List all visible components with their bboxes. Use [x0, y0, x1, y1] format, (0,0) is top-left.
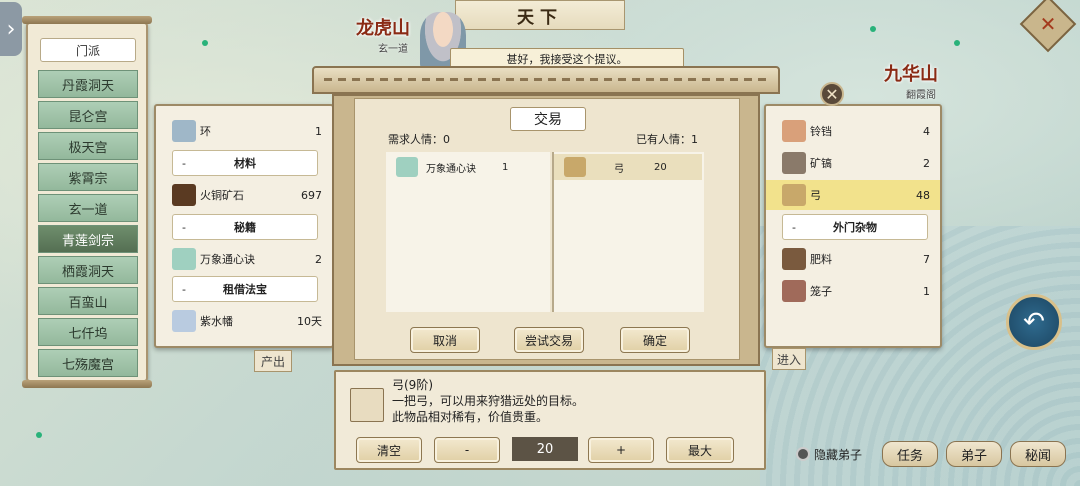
secret-button[interactable]: 秘闻 [1010, 441, 1066, 467]
sect-item[interactable]: 玄一道 [38, 194, 138, 222]
sect-item[interactable]: 丹霞洞天 [38, 70, 138, 98]
disciple-button[interactable]: 弟子 [946, 441, 1002, 467]
max-button[interactable]: 最大 [666, 437, 734, 463]
expand-arrow-icon[interactable]: › [0, 2, 22, 56]
enter-button[interactable]: 进入 [772, 348, 806, 370]
request-item[interactable]: 弓 20 [554, 154, 702, 180]
close-icon: ✕ [1039, 12, 1057, 36]
scroll-icon [396, 157, 418, 177]
item-description: 一把弓，可以用来狩猎远处的目标。 [392, 394, 585, 408]
inventory-item[interactable]: 铃铛 4 [766, 116, 940, 146]
collapse-icon: - [182, 156, 186, 170]
map-marker[interactable] [202, 40, 208, 46]
hide-disciples-toggle[interactable]: 隐藏弟子 [796, 444, 876, 464]
request-list: 弓 20 [554, 152, 704, 312]
inventory-category[interactable]: - 外门杂物 [782, 214, 928, 240]
bow-icon [350, 388, 384, 422]
sect-list-header: 门派 [40, 38, 136, 62]
produce-tab[interactable]: 产出 [254, 350, 292, 372]
cancel-button[interactable]: 取消 [410, 327, 480, 353]
inventory-category[interactable]: - 租借法宝 [172, 276, 318, 302]
map-marker[interactable] [870, 26, 876, 32]
location-name[interactable]: 九华山 [884, 60, 938, 86]
location-name[interactable]: 龙虎山 [356, 14, 410, 40]
close-trade-button[interactable]: ✕ [820, 82, 844, 106]
collapse-icon: - [182, 220, 186, 234]
inventory-item[interactable]: 笼子 1 [766, 276, 940, 306]
required-favor: 需求人情：0 [388, 133, 450, 146]
toggle-dot [796, 447, 810, 461]
back-button[interactable]: ↶ [1006, 294, 1062, 350]
return-arrow-icon: ↶ [1023, 307, 1045, 337]
item-name: 弓(9阶) [392, 378, 433, 392]
trade-title: 交易 [510, 107, 586, 131]
inventory-category[interactable]: - 秘籍 [172, 214, 318, 240]
map-title: 天下 [455, 0, 625, 30]
decrement-button[interactable]: - [434, 437, 500, 463]
quantity-field[interactable]: 20 [512, 437, 578, 461]
fertilizer-icon [782, 248, 806, 270]
scroll-icon [172, 248, 196, 270]
trade-dialog-roof [312, 66, 780, 94]
pickaxe-icon [782, 152, 806, 174]
inventory-category[interactable]: - 材料 [172, 150, 318, 176]
npc-inventory-panel: 铃铛 4 矿镐 2 弓 48 - 外门杂物 肥料 7 笼子 1 [764, 104, 942, 348]
cage-icon [782, 280, 806, 302]
inventory-item[interactable]: 万象通心诀 2 [156, 244, 332, 274]
collapse-icon: - [792, 220, 796, 234]
location-sect: 玄一道 [378, 44, 408, 55]
sect-item[interactable]: 栖霞洞天 [38, 256, 138, 284]
clear-button[interactable]: 清空 [356, 437, 422, 463]
offer-list: 万象通心诀 1 [386, 152, 550, 312]
map-marker[interactable] [36, 432, 42, 438]
increment-button[interactable]: + [588, 437, 654, 463]
item-rarity: 此物品相对稀有，价值贵重。 [392, 410, 549, 424]
inventory-item[interactable]: 肥料 7 [766, 244, 940, 274]
ore-icon [172, 184, 196, 206]
bow-icon [782, 184, 806, 206]
collapse-icon: - [182, 282, 186, 296]
sect-item[interactable]: 七仟坞 [38, 318, 138, 346]
my-inventory-panel: 环 1 - 材料 火铜矿石 697 - 秘籍 万象通心诀 2 - 租借法宝 紫水… [154, 104, 334, 348]
location-sect: 翻霞阁 [906, 90, 936, 101]
confirm-button[interactable]: 确定 [620, 327, 690, 353]
inventory-item[interactable]: 火铜矿石 697 [156, 180, 332, 210]
banner-icon [172, 310, 196, 332]
ring-icon [172, 120, 196, 142]
inventory-item[interactable]: 环 1 [156, 116, 332, 146]
task-button[interactable]: 任务 [882, 441, 938, 467]
bow-icon [564, 157, 586, 177]
offer-item[interactable]: 万象通心诀 1 [386, 154, 550, 180]
sect-item[interactable]: 昆仑宫 [38, 101, 138, 129]
bell-icon [782, 120, 806, 142]
sect-list-panel: 门派 丹霞洞天 昆仑宫 极天宫 紫霄宗 玄一道 青莲剑宗 栖霞洞天 百蛮山 七仟… [22, 16, 152, 388]
sect-item[interactable]: 紫霄宗 [38, 163, 138, 191]
sect-item[interactable]: 七殇魔宫 [38, 349, 138, 377]
owned-favor: 已有人情：1 [636, 133, 698, 146]
inventory-item[interactable]: 紫水幡 10天 [156, 306, 332, 336]
inventory-item-selected[interactable]: 弓 48 [766, 180, 940, 210]
try-trade-button[interactable]: 尝试交易 [514, 327, 584, 353]
map-marker[interactable] [954, 40, 960, 46]
sect-item[interactable]: 极天宫 [38, 132, 138, 160]
sect-item-active[interactable]: 青莲剑宗 [38, 225, 138, 253]
close-icon: ✕ [825, 84, 839, 104]
inventory-item[interactable]: 矿镐 2 [766, 148, 940, 178]
sect-item[interactable]: 百蛮山 [38, 287, 138, 315]
